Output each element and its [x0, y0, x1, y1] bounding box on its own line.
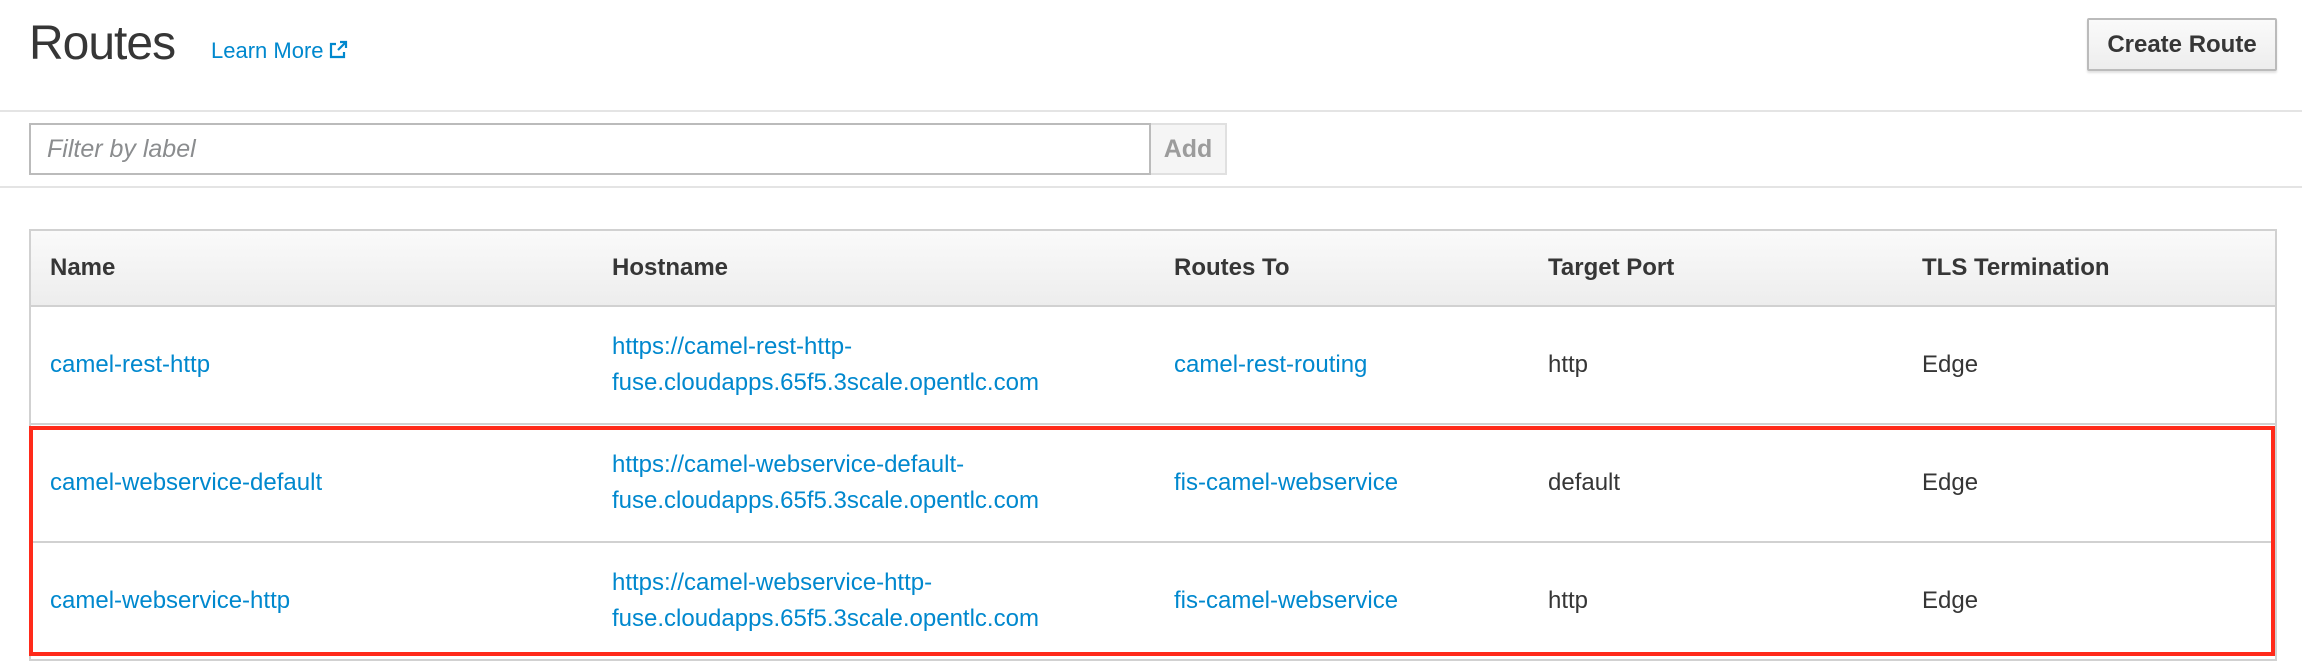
column-header-tls-termination[interactable]: TLS Termination	[1922, 231, 2110, 305]
table-row: camel-webservice-http https://camel-webs…	[31, 543, 2275, 661]
routes-to-link[interactable]: camel-rest-routing	[1174, 307, 1367, 423]
learn-more-link[interactable]: Learn More	[211, 38, 348, 64]
route-name-link[interactable]: camel-webservice-http	[50, 543, 290, 659]
routes-table: Name Hostname Routes To Target Port TLS …	[29, 229, 2277, 661]
target-port: default	[1548, 469, 1621, 496]
column-header-hostname[interactable]: Hostname	[612, 231, 1172, 305]
table-row: camel-rest-http https://camel-rest-http-…	[31, 307, 2275, 425]
create-route-button[interactable]: Create Route	[2087, 18, 2277, 71]
column-header-routes-to[interactable]: Routes To	[1174, 231, 1290, 305]
route-name-link[interactable]: camel-webservice-default	[50, 425, 322, 541]
add-filter-button[interactable]: Add	[1151, 123, 1227, 175]
target-port: http	[1548, 351, 1589, 378]
hostname-link[interactable]: https://camel-webservice-http-fuse.cloud…	[612, 543, 1172, 659]
divider	[0, 110, 2302, 112]
learn-more-label: Learn More	[211, 38, 324, 63]
tls-termination: Edge	[1922, 351, 1979, 378]
divider	[0, 186, 2302, 188]
column-header-target-port[interactable]: Target Port	[1548, 231, 1674, 305]
route-name-link[interactable]: camel-rest-http	[50, 307, 210, 423]
page-title: Routes	[29, 17, 176, 70]
external-link-icon	[329, 40, 347, 59]
hostname-link[interactable]: https://camel-webservice-default-fuse.cl…	[612, 425, 1172, 541]
table-row: camel-webservice-default https://camel-w…	[31, 425, 2275, 543]
table-header: Name Hostname Routes To Target Port TLS …	[31, 231, 2275, 307]
hostname-link[interactable]: https://camel-rest-http-fuse.cloudapps.6…	[612, 307, 1172, 423]
routes-to-link[interactable]: fis-camel-webservice	[1174, 543, 1398, 659]
tls-termination: Edge	[1922, 469, 1979, 496]
routes-to-link[interactable]: fis-camel-webservice	[1174, 425, 1398, 541]
target-port: http	[1548, 587, 1589, 614]
column-header-name[interactable]: Name	[50, 231, 115, 305]
tls-termination: Edge	[1922, 587, 1979, 614]
filter-by-label-input[interactable]	[29, 123, 1151, 175]
